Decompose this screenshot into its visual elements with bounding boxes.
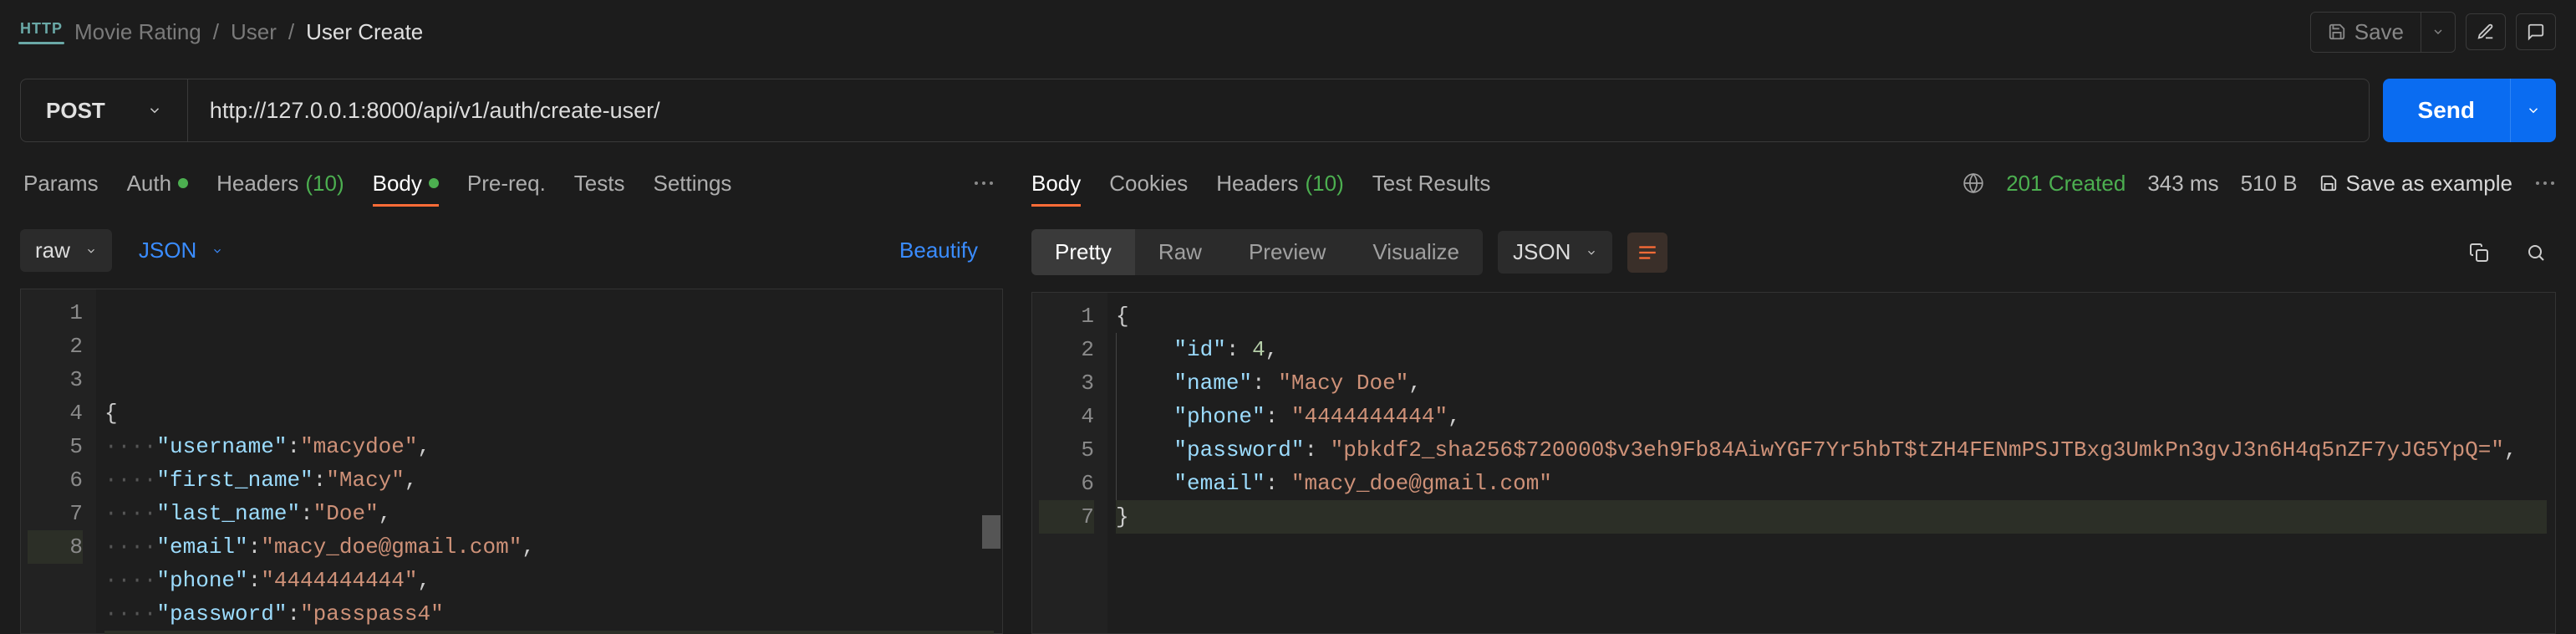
copy-icon	[2469, 243, 2489, 263]
send-button[interactable]: Send	[2383, 79, 2510, 142]
resp-tab-cookies[interactable]: Cookies	[1109, 171, 1188, 197]
breadcrumb-current: User Create	[306, 19, 423, 45]
http-method-label: POST	[46, 98, 105, 124]
code-line: ····"password":"passpass4"	[104, 597, 994, 631]
line-number: 1	[28, 296, 83, 330]
view-visualize[interactable]: Visualize	[1349, 229, 1483, 275]
code-line: "id": 4,	[1116, 333, 2547, 366]
code-line: }	[1116, 500, 2547, 534]
tab-body[interactable]: Body	[373, 171, 439, 197]
dot-icon	[429, 178, 439, 188]
send-dropdown[interactable]	[2510, 79, 2556, 142]
line-number: 6	[28, 463, 83, 497]
save-button[interactable]: Save	[2311, 13, 2421, 52]
line-number: 2	[1039, 333, 1094, 366]
ellipsis-icon	[973, 179, 995, 187]
code-line: ····"username":"macydoe",	[104, 430, 994, 463]
tab-settings[interactable]: Settings	[653, 171, 731, 197]
tab-auth[interactable]: Auth	[127, 171, 189, 197]
code-line: "phone": "4444444444",	[1116, 400, 2547, 433]
line-number: 7	[28, 497, 83, 530]
save-as-example-button[interactable]: Save as example	[2319, 171, 2512, 197]
response-time: 343 ms	[2147, 171, 2218, 197]
beautify-button[interactable]: Beautify	[899, 238, 1003, 263]
resp-tab-headers[interactable]: Headers(10)	[1216, 171, 1344, 197]
line-number: 3	[28, 363, 83, 396]
chevron-down-icon	[2431, 25, 2445, 38]
comment-button[interactable]	[2516, 13, 2556, 50]
chevron-down-icon	[211, 245, 223, 257]
line-number: 6	[1039, 467, 1094, 500]
url-input[interactable]: http://127.0.0.1:8000/api/v1/auth/create…	[188, 79, 2369, 141]
chevron-down-icon	[2526, 103, 2541, 118]
save-icon	[2328, 23, 2346, 41]
view-preview[interactable]: Preview	[1225, 229, 1349, 275]
tab-headers[interactable]: Headers(10)	[216, 171, 344, 197]
tab-params[interactable]: Params	[23, 171, 99, 197]
edit-button[interactable]	[2466, 13, 2506, 50]
http-method-select[interactable]: POST	[21, 79, 188, 141]
code-line: ····"phone":"4444444444",	[104, 564, 994, 597]
line-number: 3	[1039, 366, 1094, 400]
code-line: ····"last_name":"Doe",	[104, 497, 994, 530]
resp-tab-body[interactable]: Body	[1031, 171, 1081, 197]
code-line: {	[1116, 299, 2547, 333]
code-line: ····"email":"macy_doe@gmail.com",	[104, 530, 994, 564]
tab-prereq[interactable]: Pre-req.	[467, 171, 546, 197]
code-line: }	[104, 631, 994, 634]
line-number: 2	[28, 330, 83, 363]
response-size: 510 B	[2241, 171, 2298, 197]
response-body-viewer[interactable]: 1234567 { "id": 4, "name": "Macy Doe", "…	[1031, 292, 2556, 634]
save-icon	[2319, 174, 2338, 192]
comment-icon	[2527, 23, 2545, 41]
chevron-down-icon	[85, 245, 97, 257]
resp-tab-tests[interactable]: Test Results	[1372, 171, 1491, 197]
wrap-icon	[1637, 243, 1658, 262]
line-number: 4	[28, 396, 83, 430]
response-status: 201 Created	[2006, 171, 2125, 197]
tabs-more-button[interactable]	[973, 179, 1003, 187]
response-view-segment: Pretty Raw Preview Visualize	[1031, 229, 1483, 275]
request-body-editor[interactable]: 12345678 {····"username":"macydoe",····"…	[20, 289, 1003, 634]
line-number: 5	[1039, 433, 1094, 467]
line-number: 4	[1039, 400, 1094, 433]
tab-tests[interactable]: Tests	[574, 171, 625, 197]
save-label: Save	[2355, 19, 2404, 45]
line-number: 8	[28, 530, 83, 564]
save-dropdown[interactable]	[2421, 13, 2455, 52]
breadcrumb-folder[interactable]: User	[231, 19, 277, 45]
pencil-icon	[2477, 23, 2495, 41]
breadcrumb-collection[interactable]: Movie Rating	[74, 19, 201, 45]
line-number: 1	[1039, 299, 1094, 333]
line-number: 7	[1039, 500, 1094, 534]
view-raw[interactable]: Raw	[1135, 229, 1225, 275]
wrap-lines-button[interactable]	[1627, 233, 1667, 273]
dot-icon	[178, 178, 188, 188]
search-icon	[2526, 243, 2546, 263]
search-button[interactable]	[2516, 233, 2556, 273]
breadcrumb: HTTP Movie Rating / User / User Create	[20, 19, 423, 45]
body-lang-select[interactable]: JSON	[124, 229, 238, 272]
view-pretty[interactable]: Pretty	[1031, 229, 1135, 275]
http-badge: HTTP	[20, 20, 63, 44]
code-line: "password": "pbkdf2_sha256$720000$v3eh9F…	[1116, 433, 2547, 467]
globe-icon[interactable]	[1963, 172, 1984, 194]
chevron-down-icon	[1586, 247, 1597, 258]
code-line: ····"first_name":"Macy",	[104, 463, 994, 497]
code-line: {	[104, 396, 994, 430]
chevron-down-icon	[147, 103, 162, 118]
code-line: "name": "Macy Doe",	[1116, 366, 2547, 400]
copy-button[interactable]	[2459, 233, 2499, 273]
response-lang-select[interactable]: JSON	[1498, 231, 1612, 274]
line-number: 5	[28, 430, 83, 463]
code-line: "email": "macy_doe@gmail.com"	[1116, 467, 2547, 500]
ellipsis-icon[interactable]	[2534, 179, 2556, 187]
body-mode-select[interactable]: raw	[20, 229, 112, 272]
